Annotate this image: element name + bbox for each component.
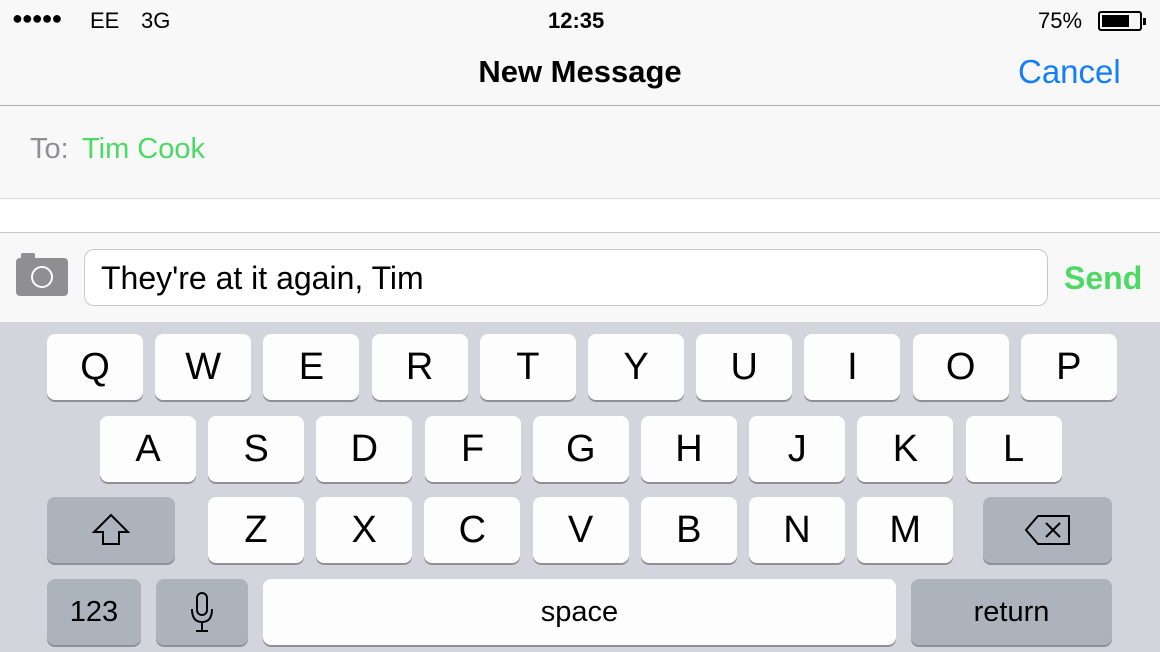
cancel-button[interactable]: Cancel [1018, 53, 1121, 91]
key-u[interactable]: U [696, 334, 793, 400]
key-v[interactable]: V [532, 497, 629, 563]
compose-bar: They're at it again, Tim Send [0, 234, 1160, 322]
battery-percent: 75% [1038, 8, 1083, 33]
key-q[interactable]: Q [47, 334, 143, 400]
signal-strength-icon: ●●●●● [12, 8, 62, 28]
recipient-token[interactable]: Tim Cook [82, 133, 205, 166]
key-f[interactable]: F [424, 416, 521, 482]
to-field[interactable]: To: Tim Cook [0, 107, 1160, 199]
status-bar: ●●●●● EE 3G 12:35 75% [0, 0, 1160, 42]
page-title: New Message [478, 54, 682, 89]
shift-key[interactable] [47, 497, 175, 563]
carrier: EE [90, 8, 120, 33]
message-text: They're at it again, Tim [101, 260, 424, 296]
network-type: 3G [141, 8, 171, 33]
key-p[interactable]: P [1020, 334, 1117, 400]
key-y[interactable]: Y [588, 334, 684, 400]
key-c[interactable]: C [424, 497, 521, 563]
key-o[interactable]: O [912, 334, 1009, 400]
message-area [0, 200, 1160, 233]
space-key[interactable]: space [263, 579, 896, 645]
shift-arrow-icon [91, 513, 131, 545]
key-x[interactable]: X [316, 497, 413, 563]
backspace-key[interactable] [983, 497, 1112, 563]
key-e[interactable]: E [263, 334, 360, 400]
microphone-icon [191, 592, 213, 632]
numbers-key[interactable]: 123 [47, 579, 141, 645]
key-z[interactable]: Z [208, 497, 304, 563]
key-g[interactable]: G [532, 416, 629, 482]
key-k[interactable]: K [857, 416, 954, 482]
battery-icon [1098, 11, 1146, 31]
dictation-key[interactable] [156, 579, 248, 645]
key-r[interactable]: R [371, 334, 468, 400]
camera-icon[interactable] [16, 253, 68, 296]
key-w[interactable]: W [155, 334, 252, 400]
key-i[interactable]: I [804, 334, 901, 400]
to-label: To: [30, 133, 69, 165]
key-l[interactable]: L [965, 416, 1062, 482]
return-key[interactable]: return [911, 579, 1112, 645]
key-d[interactable]: D [316, 416, 413, 482]
key-m[interactable]: M [857, 497, 954, 563]
key-t[interactable]: T [479, 334, 576, 400]
key-a[interactable]: A [100, 416, 196, 482]
key-s[interactable]: S [208, 416, 305, 482]
clock: 12:35 [548, 8, 605, 33]
key-j[interactable]: J [749, 416, 846, 482]
key-h[interactable]: H [641, 416, 737, 482]
navigation-bar: New Message Cancel [0, 42, 1160, 106]
message-input[interactable]: They're at it again, Tim [84, 249, 1048, 306]
key-n[interactable]: N [749, 497, 845, 563]
key-b[interactable]: B [640, 497, 737, 563]
send-button[interactable]: Send [1064, 260, 1142, 297]
backspace-icon [1024, 515, 1070, 545]
